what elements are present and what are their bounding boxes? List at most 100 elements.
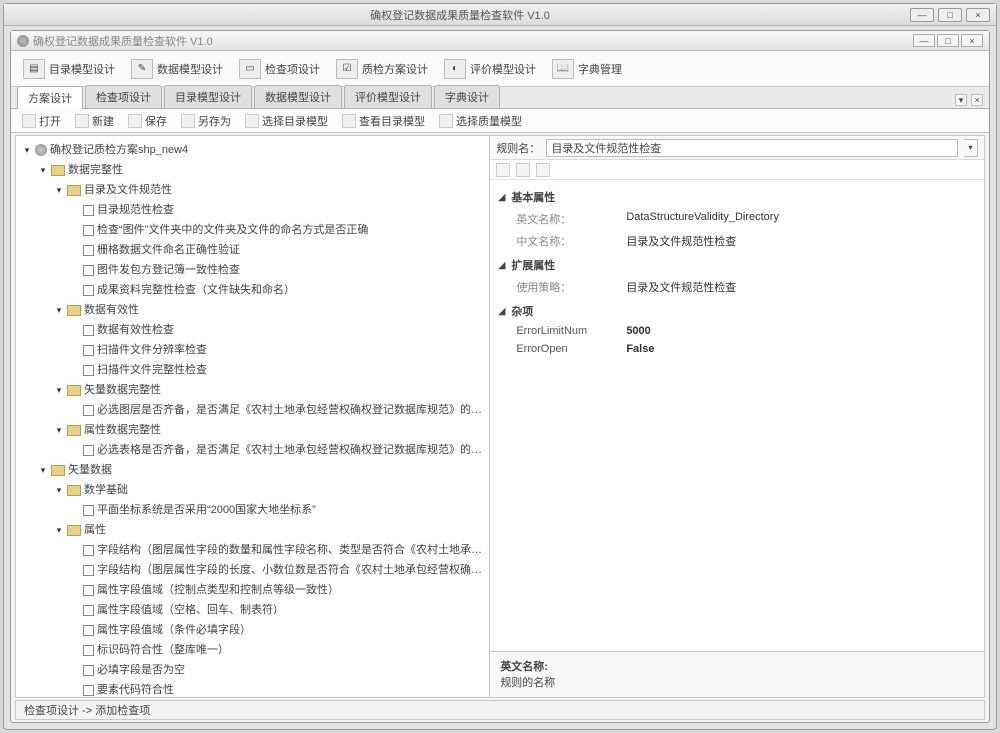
tree-checkbox[interactable] (83, 605, 94, 616)
tree-toggle-icon[interactable] (70, 665, 80, 675)
tree-row[interactable]: 必选图层是否齐备，是否满足《农村土地承包经营权确权登记数据库规范》的… (70, 400, 487, 420)
inner-close-button[interactable]: × (961, 34, 983, 47)
tree-toggle-icon[interactable] (70, 325, 80, 335)
tree-row[interactable]: 成果资料完整性检查（文件缺失和命名） (70, 280, 487, 300)
toolbar-dict-mgmt[interactable]: 📖字典管理 (548, 57, 626, 81)
tree-checkbox[interactable] (83, 445, 94, 456)
tree-checkbox[interactable] (83, 265, 94, 276)
prop-pages-icon[interactable] (536, 163, 550, 177)
sub-new[interactable]: 新建 (70, 111, 119, 131)
toolbar-data-model[interactable]: ✎数据模型设计 (127, 57, 227, 81)
tree-row[interactable]: 必填字段是否为空 (70, 660, 487, 680)
outer-titlebar[interactable]: 确权登记数据成果质量检查软件 V1.0 — □ × (4, 4, 996, 26)
tree-row[interactable]: 标识码符合性（整库唯一） (70, 640, 487, 660)
toolbar-qc-plan[interactable]: ☑质检方案设计 (332, 57, 432, 81)
toolbar-check-item[interactable]: ▭检查项设计 (235, 57, 324, 81)
toolbar-eval-model[interactable]: ◐评价模型设计 (440, 57, 540, 81)
tree-checkbox[interactable] (83, 545, 94, 556)
tree-row[interactable]: 图件发包方登记簿一致性检查 (70, 260, 487, 280)
tree-row[interactable]: 要素代码符合性 (70, 680, 487, 697)
tree-toggle-icon[interactable] (70, 605, 80, 615)
outer-max-button[interactable]: □ (938, 8, 962, 22)
tree-row[interactable]: ▾属性数据完整性 (54, 420, 487, 440)
tab-data-model[interactable]: 数据模型设计 (254, 85, 342, 108)
tree-toggle-icon[interactable] (70, 585, 80, 595)
tab-plan-design[interactable]: 方案设计 (17, 86, 83, 109)
inner-titlebar[interactable]: 确权登记数据成果质量检查软件 V1.0 — □ × (11, 31, 989, 51)
prop-row[interactable]: 中文名称：目录及文件规范性检查 (498, 230, 976, 252)
tree-toggle-icon[interactable] (70, 505, 80, 515)
outer-close-button[interactable]: × (966, 8, 990, 22)
properties-body[interactable]: ◢基本属性英文名称：DataStructureValidity_Director… (490, 180, 984, 651)
tree-checkbox[interactable] (83, 625, 94, 636)
tree-checkbox[interactable] (83, 645, 94, 656)
tree-row[interactable]: 属性字段值域（条件必填字段） (70, 620, 487, 640)
prop-group-header[interactable]: ◢扩展属性 (498, 254, 976, 276)
tree-row[interactable]: 必选表格是否齐备，是否满足《农村土地承包经营权确权登记数据库规范》的… (70, 440, 487, 460)
tree-toggle-icon[interactable] (70, 365, 80, 375)
sub-save-as[interactable]: 另存为 (176, 111, 236, 131)
tree-row[interactable]: 属性字段值域（空格、回车、制表符） (70, 600, 487, 620)
tree-checkbox[interactable] (83, 665, 94, 676)
prop-group-header[interactable]: ◢杂项 (498, 300, 976, 322)
tree-row[interactable]: 扫描件文件分辨率检查 (70, 340, 487, 360)
tree-toggle-icon[interactable] (70, 625, 80, 635)
prop-categorize-icon[interactable] (496, 163, 510, 177)
tree-checkbox[interactable] (83, 365, 94, 376)
tree-toggle-icon[interactable] (70, 685, 80, 695)
tree-checkbox[interactable] (83, 505, 94, 516)
tree-row[interactable]: ▾数据完整性 (38, 160, 487, 180)
tree-pane[interactable]: ▾确权登记质检方案shp_new4▾数据完整性▾目录及文件规范性目录规范性检查检… (16, 136, 490, 697)
tree-row[interactable]: ▾数学基础 (54, 480, 487, 500)
tree-toggle-icon[interactable] (70, 245, 80, 255)
tree-checkbox[interactable] (83, 225, 94, 236)
tab-eval-model[interactable]: 评价模型设计 (344, 85, 432, 108)
tree-checkbox[interactable] (83, 245, 94, 256)
tree-toggle-icon[interactable] (70, 645, 80, 655)
tree-toggle-icon[interactable] (70, 205, 80, 215)
tree-toggle-icon[interactable]: ▾ (22, 145, 32, 155)
tree-row[interactable]: 目录规范性检查 (70, 200, 487, 220)
tree-toggle-icon[interactable]: ▾ (38, 465, 48, 475)
tree-row[interactable]: ▾属性 (54, 520, 487, 540)
tree-toggle-icon[interactable] (70, 285, 80, 295)
tree-row[interactable]: 数据有效性检查 (70, 320, 487, 340)
tree-toggle-icon[interactable] (70, 345, 80, 355)
tree-toggle-icon[interactable]: ▾ (54, 305, 64, 315)
rule-name-input[interactable] (546, 139, 958, 157)
tree-row[interactable]: ▾确权登记质检方案shp_new4 (22, 140, 487, 160)
prop-sort-icon[interactable] (516, 163, 530, 177)
tree-row[interactable]: ▾目录及文件规范性 (54, 180, 487, 200)
tree-row[interactable]: 平面坐标系统是否采用“2000国家大地坐标系” (70, 500, 487, 520)
tree-toggle-icon[interactable] (70, 445, 80, 455)
sub-select-dir-model[interactable]: 选择目录模型 (240, 111, 333, 131)
tree-checkbox[interactable] (83, 565, 94, 576)
prop-group-header[interactable]: ◢基本属性 (498, 186, 976, 208)
tree-row[interactable]: 字段结构（图层属性字段的数量和属性字段名称、类型是否符合《农村土地承… (70, 540, 487, 560)
toolbar-dir-model[interactable]: ▤目录模型设计 (19, 57, 119, 81)
tab-dict-design[interactable]: 字典设计 (434, 85, 500, 108)
outer-min-button[interactable]: — (910, 8, 934, 22)
tree-checkbox[interactable] (83, 585, 94, 596)
tab-check-item[interactable]: 检查项设计 (85, 85, 162, 108)
sub-open[interactable]: 打开 (17, 111, 66, 131)
inner-max-button[interactable]: □ (937, 34, 959, 47)
prop-row[interactable]: ErrorOpenFalse (498, 340, 976, 358)
sub-view-dir-model[interactable]: 查看目录模型 (337, 111, 430, 131)
prop-row[interactable]: 使用策略：目录及文件规范性检查 (498, 276, 976, 298)
tree-toggle-icon[interactable]: ▾ (54, 485, 64, 495)
tree-checkbox[interactable] (83, 685, 94, 696)
sub-select-quality-model[interactable]: 选择质量模型 (434, 111, 527, 131)
tab-dir-model[interactable]: 目录模型设计 (164, 85, 252, 108)
tree-toggle-icon[interactable] (70, 265, 80, 275)
tree-row[interactable]: 扫描件文件完整性检查 (70, 360, 487, 380)
prop-row[interactable]: 英文名称：DataStructureValidity_Directory (498, 208, 976, 230)
inner-min-button[interactable]: — (913, 34, 935, 47)
tree-toggle-icon[interactable] (70, 225, 80, 235)
tree-row[interactable]: ▾矢量数据 (38, 460, 487, 480)
tab-close-icon[interactable]: × (971, 94, 983, 106)
tree-toggle-icon[interactable] (70, 565, 80, 575)
tree-row[interactable]: ▾矢量数据完整性 (54, 380, 487, 400)
tree-row[interactable]: 栅格数据文件命名正确性验证 (70, 240, 487, 260)
prop-row[interactable]: ErrorLimitNum5000 (498, 322, 976, 340)
